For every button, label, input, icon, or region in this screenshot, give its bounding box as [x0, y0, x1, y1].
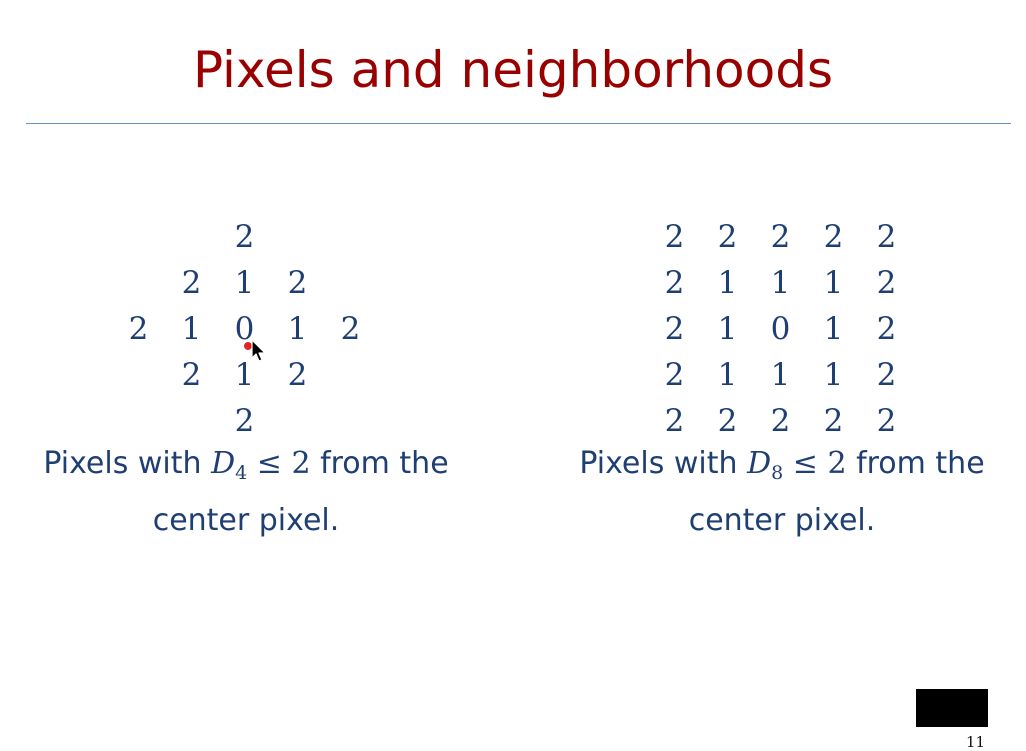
grid-cell: 2: [823, 219, 844, 255]
grid-cell: [271, 398, 324, 444]
grid-cell: 2: [717, 219, 738, 255]
caption-line-1: Pixels with D4 ≤ 2 from the: [0, 440, 492, 497]
grid-cell: 1: [823, 311, 844, 347]
grid-cell: [112, 260, 165, 306]
grid-cell: 2: [664, 357, 685, 393]
grid-cell: 2: [664, 219, 685, 255]
title-divider: [26, 123, 1011, 124]
grid-cell: [112, 214, 165, 260]
caption-text: from the: [310, 446, 449, 481]
caption-line-2: center pixel.: [152, 503, 340, 538]
grid-cell: 1: [717, 311, 738, 347]
grid-cell: [324, 260, 377, 306]
grid-cell: 2: [287, 357, 308, 393]
grid-cell: 2: [823, 403, 844, 439]
grid-cell: 1: [287, 311, 308, 347]
slide-title: Pixels and neighborhoods: [193, 41, 833, 99]
caption-var: D: [747, 446, 772, 481]
grid-cell: [165, 398, 218, 444]
grid-cell: 2: [717, 403, 738, 439]
grid-cell: 1: [717, 265, 738, 301]
caption-line-2: center pixel.: [688, 503, 876, 538]
grid-cell: 1: [823, 357, 844, 393]
caption-math: D8 ≤ 2: [747, 446, 847, 484]
grid-cell: 2: [664, 403, 685, 439]
grid-cell: [112, 398, 165, 444]
grid-cell: 2: [234, 403, 255, 439]
grid-cell: [324, 398, 377, 444]
grid-cell-center: 0: [770, 311, 791, 347]
mouse-pointer-icon: [243, 339, 266, 362]
grid-cell: 2: [876, 403, 897, 439]
grid-cell: 2: [128, 311, 149, 347]
grid-cell: [112, 352, 165, 398]
caption-rel: ≤ 2: [247, 446, 311, 481]
caption-sub: 4: [235, 462, 248, 484]
grid-cell: 2: [181, 265, 202, 301]
grid-cell: 1: [770, 357, 791, 393]
caption-line-1: Pixels with D8 ≤ 2 from the: [532, 440, 1026, 497]
grid-cell: 2: [876, 357, 897, 393]
grid-cell: 2: [876, 265, 897, 301]
grid-cell: [165, 214, 218, 260]
grid-cell: 1: [770, 265, 791, 301]
grid-cell: 2: [287, 265, 308, 301]
grid-cell: 2: [181, 357, 202, 393]
grid-cell: 1: [234, 265, 255, 301]
caption-text: Pixels with: [43, 446, 212, 481]
caption-rel: ≤ 2: [783, 446, 847, 481]
laser-pointer-dot-icon: [243, 341, 253, 351]
grid-cell: 2: [664, 265, 685, 301]
grid-cell: [324, 214, 377, 260]
grid-cell: 2: [340, 311, 361, 347]
grid-cell: 1: [717, 357, 738, 393]
grid-cell: [271, 214, 324, 260]
grid-cell: 2: [664, 311, 685, 347]
grid-cell: 2: [234, 219, 255, 255]
d8-caption: Pixels with D8 ≤ 2 from the center pixel…: [532, 440, 1026, 544]
redaction-box: [916, 689, 988, 727]
d4-caption: Pixels with D4 ≤ 2 from the center pixel…: [0, 440, 492, 544]
grid-cell: 2: [770, 403, 791, 439]
page-number: 11: [966, 733, 986, 751]
caption-text: Pixels with: [579, 446, 748, 481]
caption-text: from the: [846, 446, 985, 481]
caption-math: D4 ≤ 2: [211, 446, 311, 484]
caption-sub: 8: [771, 462, 784, 484]
grid-cell: 2: [770, 219, 791, 255]
grid-cell: 2: [876, 311, 897, 347]
grid-cell: 1: [823, 265, 844, 301]
grid-cell: [324, 352, 377, 398]
caption-var: D: [211, 446, 236, 481]
grid-cell: 1: [181, 311, 202, 347]
grid-cell: 2: [876, 219, 897, 255]
